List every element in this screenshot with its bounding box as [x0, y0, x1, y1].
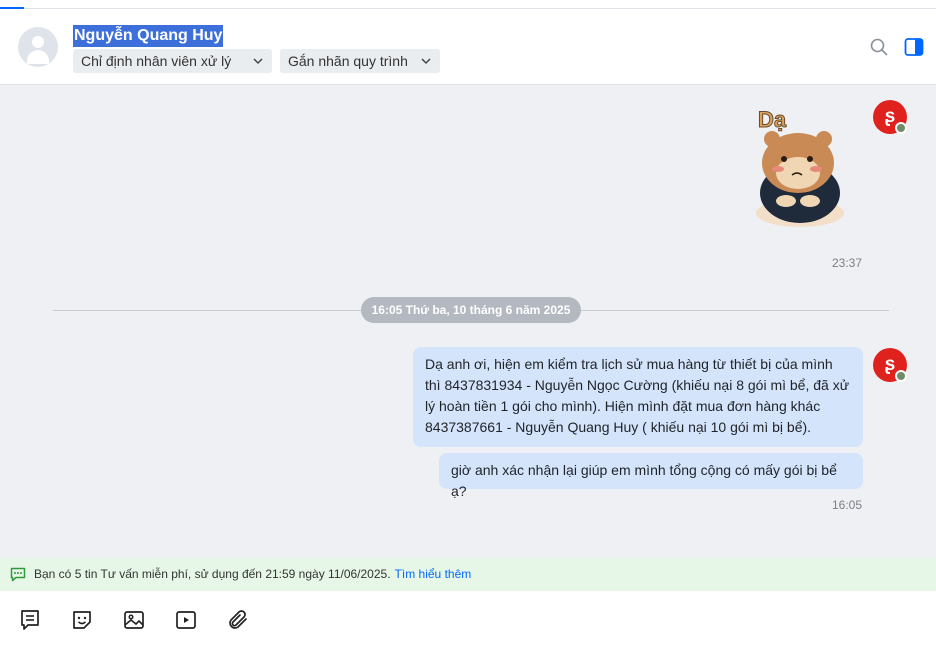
- toggle-panel-icon[interactable]: [904, 37, 924, 57]
- sender-avatar[interactable]: ʂ: [873, 100, 907, 134]
- avatar-head: [32, 36, 44, 48]
- contact-avatar[interactable]: [18, 27, 58, 67]
- image-icon[interactable]: [122, 608, 146, 632]
- conversation-header: Nguyễn Quang Huy Chỉ định nhân viên xử l…: [0, 9, 936, 85]
- notice-text-wrap: Bạn có 5 tin Tư vấn miễn phí, sử dụng đế…: [34, 558, 471, 591]
- assign-staff-dropdown[interactable]: Chỉ định nhân viên xử lý: [73, 49, 272, 73]
- composer-toolbar: [0, 591, 936, 645]
- message-list[interactable]: ʂ Dạ 23:37 16:05 Thứ ba, 10 tháng 6 năm …: [0, 85, 936, 558]
- video-icon[interactable]: [174, 608, 198, 632]
- free-consult-notice: Bạn có 5 tin Tư vấn miễn phí, sử dụng đế…: [0, 558, 936, 591]
- message-bubble[interactable]: giờ anh xác nhận lại giúp em mình tổng c…: [439, 453, 863, 499]
- message-time: 23:37: [832, 256, 863, 270]
- learn-more-link[interactable]: Tìm hiểu thêm: [395, 567, 472, 581]
- process-tag-label: Gắn nhãn quy trình: [288, 53, 408, 69]
- sticker-caption: Dạ: [758, 107, 787, 132]
- search-icon[interactable]: [869, 37, 889, 57]
- chevron-down-icon: [421, 58, 431, 65]
- message-bubble[interactable]: Dạ anh ơi, hiện em kiểm tra lịch sử mua …: [413, 347, 863, 447]
- notice-text: Bạn có 5 tin Tư vấn miễn phí, sử dụng đế…: [34, 567, 391, 581]
- sender-avatar[interactable]: ʂ: [873, 348, 907, 382]
- quick-message-icon[interactable]: [18, 608, 42, 632]
- chat-bubble-icon: [10, 567, 26, 582]
- avatar-body: [27, 50, 49, 64]
- date-separator: 16:05 Thứ ba, 10 tháng 6 năm 2025: [361, 297, 581, 323]
- online-status-icon: [895, 122, 907, 134]
- assign-staff-label: Chỉ định nhân viên xử lý: [81, 53, 232, 69]
- online-status-icon: [895, 370, 907, 382]
- message-time: 16:05: [832, 498, 863, 512]
- attachment-icon[interactable]: [226, 608, 250, 632]
- top-tab-strip: [0, 0, 936, 9]
- hamster-sticker[interactable]: Dạ: [748, 101, 852, 235]
- chevron-down-icon: [253, 58, 263, 65]
- contact-name[interactable]: Nguyễn Quang Huy: [73, 25, 224, 47]
- sticker-icon[interactable]: [70, 608, 94, 632]
- process-tag-dropdown[interactable]: Gắn nhãn quy trình: [280, 49, 440, 73]
